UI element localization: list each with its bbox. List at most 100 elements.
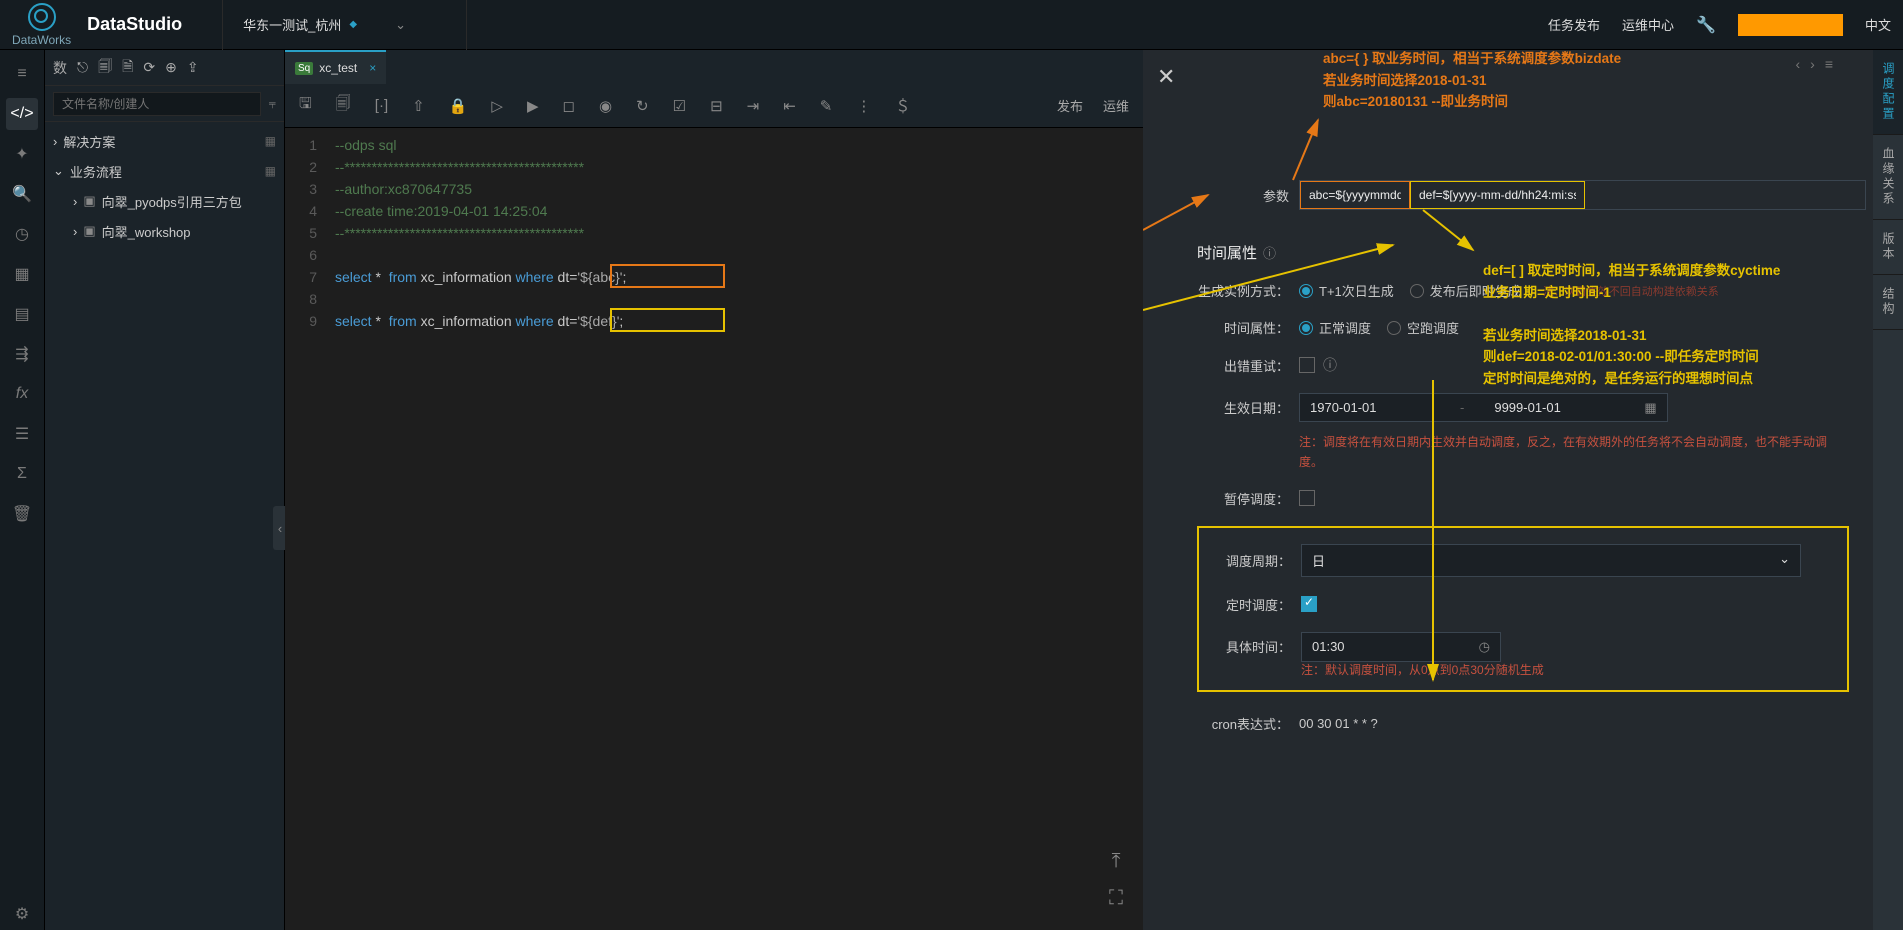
pause-icon[interactable]: ◉ — [599, 97, 612, 115]
save-as-icon[interactable]: 🗐 — [336, 93, 351, 118]
rail-grid-icon[interactable]: ▤ — [6, 298, 38, 330]
ops-button[interactable]: 运维 — [1103, 96, 1129, 115]
rail-clock-icon[interactable]: ◷ — [6, 218, 38, 250]
scroll-top-icon[interactable]: ⤒ — [1112, 850, 1121, 873]
tree-leaf-pyodps[interactable]: › ▣ 向翠_pyodps引用三方包 — [45, 186, 284, 216]
dataworks-logo-icon — [28, 3, 56, 31]
user-badge[interactable] — [1738, 14, 1843, 36]
tab-label: xc_test — [319, 61, 357, 75]
import-icon[interactable]: ⇤ — [783, 97, 796, 115]
more-icon[interactable]: ⋮ — [856, 97, 871, 115]
folder-icon: ▣ — [83, 193, 95, 209]
param-extra-input[interactable] — [1585, 181, 1865, 209]
tb-clip-icon[interactable]: 🗐 — [98, 56, 112, 80]
panel-nav: ‹ › ≡ — [1795, 56, 1833, 72]
tb-target-icon[interactable]: ⊕ — [165, 59, 177, 76]
retry-checkbox[interactable] — [1299, 357, 1315, 373]
tb-new-icon[interactable]: 🗎 — [122, 56, 133, 80]
grid-icon[interactable]: ▦ — [265, 134, 276, 148]
upload-icon[interactable]: ⇧ — [412, 97, 425, 115]
rail-search-icon[interactable]: 🔍 — [6, 178, 38, 210]
help-icon[interactable]: ⓘ — [1323, 355, 1337, 375]
nav-menu-icon[interactable]: ≡ — [1825, 56, 1833, 72]
tree-leaf-workshop[interactable]: › ▣ 向翠_workshop — [45, 216, 284, 246]
rail-db-icon[interactable]: ☰ — [6, 418, 38, 450]
expand-icon[interactable]: ⊟ — [710, 97, 723, 115]
date-to-input[interactable] — [1494, 394, 1614, 421]
grid-icon[interactable]: ▦ — [265, 164, 276, 178]
tree-node-flow[interactable]: ⌄ 业务流程 ▦ — [45, 156, 284, 186]
time-opt-normal[interactable]: 正常调度 — [1299, 318, 1371, 337]
stop-icon[interactable]: ◻ — [562, 97, 574, 115]
check-icon[interactable]: ☑ — [673, 97, 686, 115]
rrail-version[interactable]: 版本 — [1873, 220, 1903, 275]
cycle-select[interactable]: 日⌄ — [1301, 544, 1801, 577]
publish-button[interactable]: 发布 — [1057, 96, 1083, 115]
region-selector[interactable]: 华东一测试_杭州 ◆ ⌄ — [222, 0, 467, 50]
rail-table-icon[interactable]: ▦ — [6, 258, 38, 290]
tree-search-input[interactable] — [53, 92, 261, 116]
chevron-down-icon: ⌄ — [1779, 551, 1790, 570]
close-icon[interactable]: × — [369, 61, 376, 75]
fullscreen-icon[interactable]: ⛶ — [1109, 887, 1123, 910]
tree-label: 解决方案 — [63, 132, 115, 151]
gen-opt-t1[interactable]: T+1次日生成 — [1299, 281, 1394, 300]
bracket-icon[interactable]: [·] — [375, 97, 388, 114]
rail-menu-icon[interactable]: ≡ — [6, 58, 38, 90]
wrench-icon[interactable]: 🔧 — [1696, 15, 1716, 35]
magic-icon[interactable]: ✎ — [820, 97, 833, 115]
nav-prev-icon[interactable]: ‹ — [1795, 56, 1800, 72]
region-name: 华东一测试_杭州 — [243, 15, 341, 34]
run-sel-icon[interactable]: ▶ — [527, 97, 539, 115]
filter-icon[interactable]: ⫧ — [269, 96, 276, 112]
cost-icon[interactable]: ＄ — [895, 95, 910, 116]
chevron-right-icon: › — [53, 134, 57, 149]
rail-gear-icon[interactable]: ⚙ — [6, 898, 38, 930]
export-icon[interactable]: ⇥ — [747, 97, 760, 115]
chevron-right-icon: › — [73, 224, 77, 239]
tree-node-solution[interactable]: › 解决方案 ▦ — [45, 126, 284, 156]
code-body[interactable]: --odps sql --***************************… — [325, 128, 1143, 930]
ops-center-link[interactable]: 运维中心 — [1622, 15, 1674, 34]
tb-data-icon[interactable]: 数 — [53, 58, 67, 78]
exact-time-input[interactable]: 01:30◷ — [1301, 632, 1501, 662]
cycle-label: 调度周期： — [1199, 551, 1291, 570]
rrail-schedule[interactable]: 调度配置 — [1873, 50, 1903, 135]
rail-trash-icon[interactable]: 🗑 — [6, 498, 38, 530]
eff-note: 注：调度将在有效日期内生效并自动调度，反之，在有效期外的任务将不会自动调度，也不… — [1299, 432, 1849, 473]
gen-opt-instant[interactable]: 发布后即时生成 — [1410, 281, 1521, 300]
time-opt-dry[interactable]: 空跑调度 — [1387, 318, 1459, 337]
rail-puzzle-icon[interactable]: ✦ — [6, 138, 38, 170]
top-right: 任务发布 运维中心 🔧 中文 — [1548, 14, 1891, 36]
retry-label: 出错重试： — [1197, 356, 1289, 375]
save-icon[interactable]: 🖫 — [299, 93, 312, 118]
tb-refresh-icon[interactable]: ⟳ — [143, 59, 155, 76]
tree-toolbar: 数 ⎋ 🗐 🗎 ⟳ ⊕ ⇪ — [45, 50, 284, 86]
lock-icon[interactable]: 🔒 — [449, 97, 468, 115]
param-abc-input[interactable] — [1300, 181, 1410, 209]
pause-label: 暂停调度： — [1197, 489, 1289, 508]
close-icon[interactable]: ✕ — [1157, 64, 1175, 90]
tb-link-icon[interactable]: ⎋ — [77, 59, 88, 76]
pause-checkbox[interactable] — [1299, 490, 1315, 506]
rail-sigma-icon[interactable]: Σ — [6, 458, 38, 490]
lang-link[interactable]: 中文 — [1865, 15, 1891, 34]
timed-checkbox[interactable] — [1301, 596, 1317, 612]
rrail-structure[interactable]: 结构 — [1873, 275, 1903, 330]
nav-next-icon[interactable]: › — [1810, 56, 1815, 72]
param-def-input[interactable] — [1410, 181, 1585, 209]
tab-xc-test[interactable]: Sq xc_test × — [285, 50, 386, 84]
calendar-icon[interactable]: ▦ — [1644, 400, 1656, 416]
rrail-lineage[interactable]: 血缘关系 — [1873, 135, 1903, 220]
line-gutter: 123456789 — [285, 128, 325, 930]
rail-flow-icon[interactable]: ⇶ — [6, 338, 38, 370]
reload-icon[interactable]: ↻ — [636, 97, 649, 115]
tb-upload-icon[interactable]: ⇪ — [187, 59, 199, 76]
clock-icon: ◷ — [1479, 639, 1490, 655]
code-editor[interactable]: 123456789 --odps sql --*****************… — [285, 128, 1143, 930]
rail-fx-icon[interactable]: fx — [6, 378, 38, 410]
rail-code-icon[interactable]: </> — [6, 98, 38, 130]
date-from-input[interactable] — [1310, 394, 1430, 421]
run-icon[interactable]: ▷ — [491, 97, 503, 115]
task-publish-link[interactable]: 任务发布 — [1548, 15, 1600, 34]
